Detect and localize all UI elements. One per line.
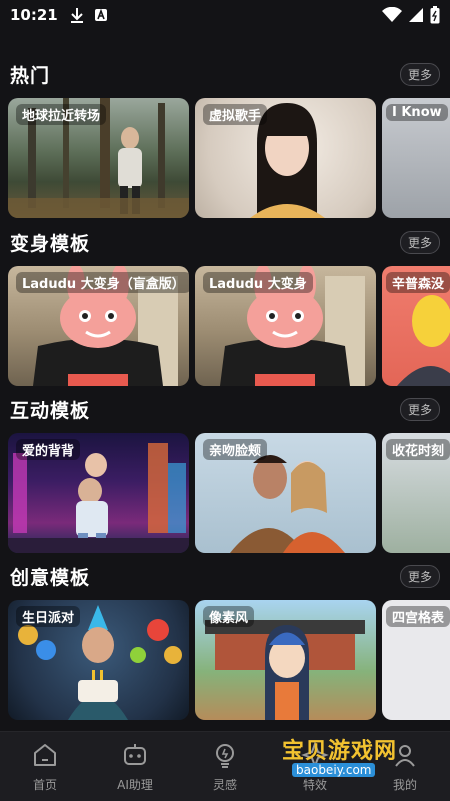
lightbulb-icon <box>216 744 234 768</box>
more-button[interactable]: 更多 <box>399 230 440 254</box>
section-creative: 创意模板 更多 生日派对 像素风 四宫格表 <box>0 560 450 720</box>
template-card[interactable]: 爱的背背 <box>8 433 189 553</box>
card-label: 亲吻脸颊 <box>203 439 268 460</box>
nav-ai-assistant[interactable]: AI助理 <box>90 732 180 801</box>
robot-icon <box>124 744 146 765</box>
status-bar: 10:21 <box>0 0 450 30</box>
template-card[interactable]: 像素风 <box>195 600 376 720</box>
card-label: Ladudu 大变身（盲盒版） <box>16 272 189 293</box>
card-label: 像素风 <box>203 606 255 627</box>
card-label: 地球拉近转场 <box>16 104 107 125</box>
template-card[interactable]: I Know <box>382 98 450 218</box>
template-card[interactable]: Ladudu 大变身（盲盒版） <box>8 266 189 386</box>
template-card[interactable]: Ladudu 大变身 <box>195 266 376 386</box>
watermark-logo: 宝贝游戏网 baobeiy.com <box>282 733 422 785</box>
nav-home[interactable]: 首页 <box>0 732 90 801</box>
home-icon <box>34 744 56 766</box>
wifi-icon <box>382 7 402 22</box>
nav-label: 灵感 <box>212 778 237 792</box>
section-title: 热门 <box>10 64 51 87</box>
more-button[interactable]: 更多 <box>399 564 440 588</box>
card-label: 生日派对 <box>16 606 81 627</box>
card-label: 辛普森没 <box>386 272 450 293</box>
more-button[interactable]: 更多 <box>399 62 440 86</box>
template-card[interactable]: 辛普森没 <box>382 266 450 386</box>
card-label: 四宫格表 <box>386 606 450 627</box>
watermark-text: 宝贝游戏网 <box>282 739 398 764</box>
section-interactive: 互动模板 更多 爱的背背 亲吻脸颊 收花时刻 <box>0 393 450 553</box>
keyboard-a-icon <box>94 8 107 21</box>
template-card[interactable]: 收花时刻 <box>382 433 450 553</box>
battery-icon <box>430 6 440 24</box>
nav-label: 首页 <box>32 778 57 792</box>
card-label: 虚拟歌手 <box>203 104 268 125</box>
template-card[interactable]: 四宫格表 <box>382 600 450 720</box>
section-title: 互动模板 <box>10 399 91 422</box>
template-card[interactable]: 地球拉近转场 <box>8 98 189 218</box>
card-label: I Know <box>386 104 448 121</box>
card-label: Ladudu 大变身 <box>203 272 313 293</box>
section-title: 创意模板 <box>10 566 91 589</box>
template-card[interactable]: 虚拟歌手 <box>195 98 376 218</box>
signal-icon <box>409 8 423 22</box>
template-card[interactable]: 亲吻脸颊 <box>195 433 376 553</box>
watermark-url: baobeiy.com <box>292 763 376 777</box>
download-icon <box>70 8 83 23</box>
more-button[interactable]: 更多 <box>399 397 440 421</box>
section-hot: 热门 更多 地球拉近转场 虚拟歌手 I Know <box>0 58 450 218</box>
section-title: 变身模板 <box>10 232 91 255</box>
card-label: 爱的背背 <box>16 439 81 460</box>
nav-inspiration[interactable]: 灵感 <box>180 732 270 801</box>
card-label: 收花时刻 <box>386 439 450 460</box>
section-transform: 变身模板 更多 Ladudu 大变身（盲盒版） Ladudu 大变身 辛普森没 <box>0 226 450 386</box>
nav-label: AI助理 <box>117 778 153 792</box>
status-time: 10:21 <box>10 6 58 24</box>
template-card[interactable]: 生日派对 <box>8 600 189 720</box>
